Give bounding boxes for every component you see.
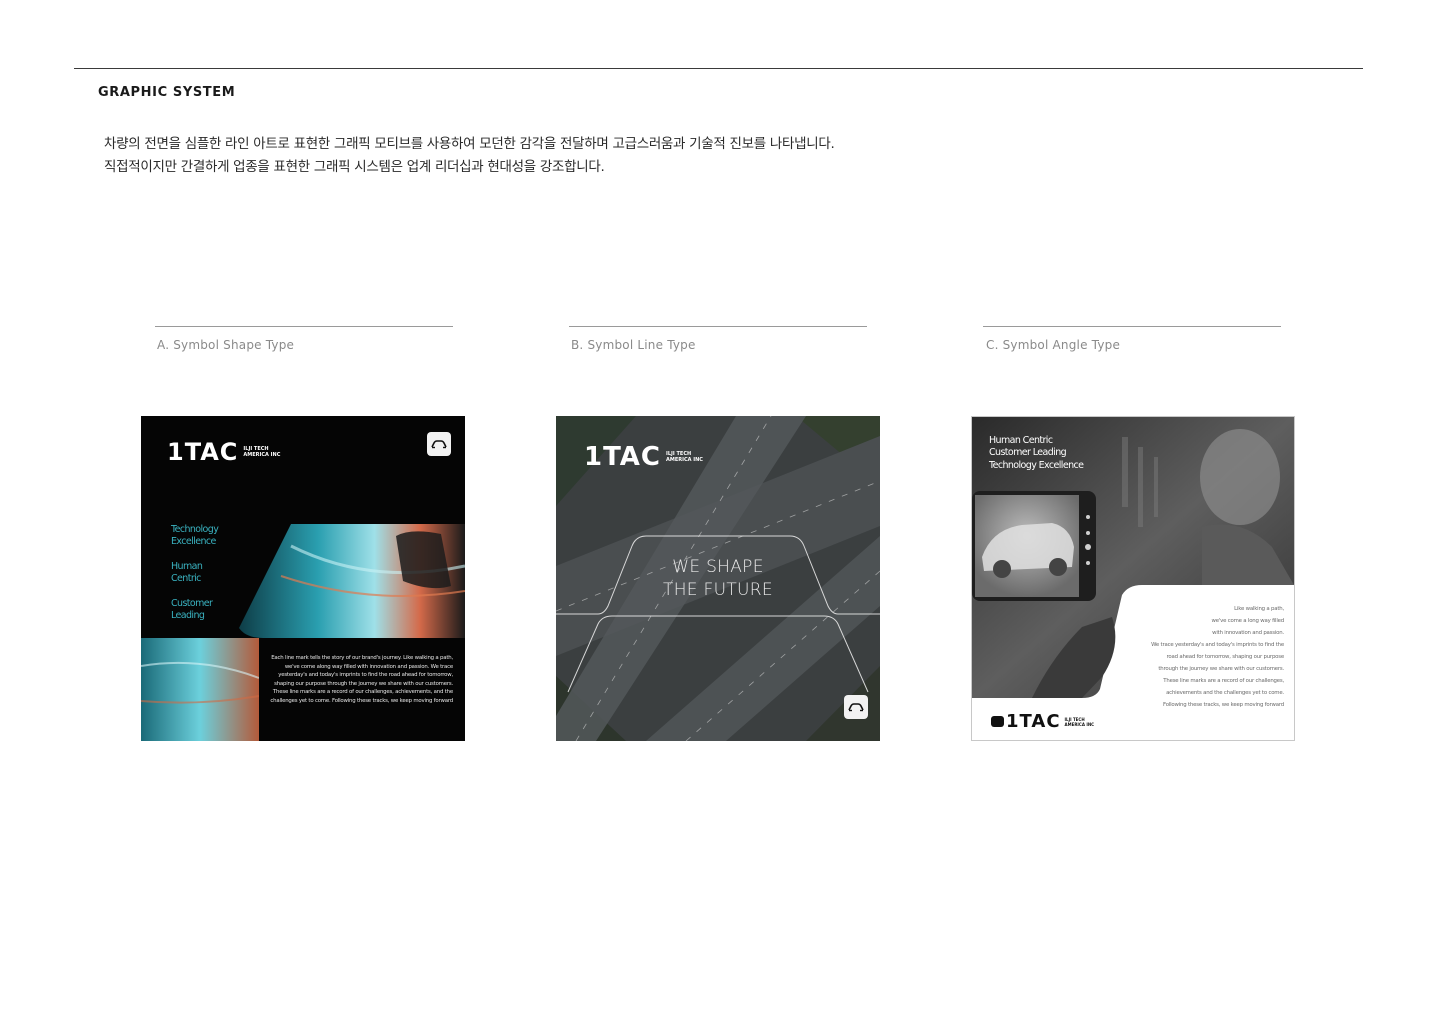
keyword-line: Centric xyxy=(171,573,201,584)
column-label-b: B. Symbol Line Type xyxy=(571,338,696,352)
logo-wordmark: 1TAC xyxy=(584,442,662,472)
logo-wordmark: 1TAC xyxy=(1006,711,1061,732)
brand-logo: 1TAC ILJI TECH AMERICA INC xyxy=(584,442,703,472)
logo-subtitle-line: AMERICA INC xyxy=(1064,721,1095,727)
section-description: 차량의 전면을 심플한 라인 아트로 표현한 그래픽 모티브를 사용하여 모던한… xyxy=(104,133,835,179)
brand-logo: 1TAC ILJI TECH AMERICA INC xyxy=(991,711,1094,732)
story-line: we've come a long way filled xyxy=(1211,618,1285,624)
brand-logo: 1TAC ILJI TECH AMERICA INC xyxy=(167,438,280,466)
keyword-list: Human Centric Customer Leading Technolog… xyxy=(989,435,1084,472)
logo-subtitle-line: AMERICA INC xyxy=(666,457,703,463)
brand-story-text: Like walking a path, we've come a long w… xyxy=(1134,603,1284,711)
keyword-line: Leading xyxy=(171,610,205,621)
story-line: We trace yesterday's and today's imprint… xyxy=(1151,642,1284,648)
column-divider-a xyxy=(155,326,453,327)
logo-subtitle: ILJI TECH AMERICA INC xyxy=(666,451,703,463)
car-front-badge-icon xyxy=(844,695,868,719)
story-line: Like walking a path, xyxy=(1234,606,1284,612)
keyword-line: Customer Leading xyxy=(989,447,1067,459)
column-label-a: A. Symbol Shape Type xyxy=(157,338,295,352)
keyword-customer: Customer Leading xyxy=(171,598,213,622)
logo-subtitle: ILJI TECH AMERICA INC xyxy=(243,446,280,458)
story-line: with innovation and passion. xyxy=(1212,630,1284,636)
page-title: GRAPHIC SYSTEM xyxy=(98,85,236,100)
keyword-line: Excellence xyxy=(171,536,216,547)
top-divider xyxy=(74,68,1363,69)
slogan-line: THE FUTURE xyxy=(663,580,773,600)
keyword-line: Customer xyxy=(171,598,213,609)
column-divider-b xyxy=(569,326,867,327)
column-label-c: C. Symbol Angle Type xyxy=(986,338,1121,352)
logo-subtitle-line: AMERICA INC xyxy=(243,452,281,458)
slogan: WE SHAPE THE FUTURE xyxy=(556,556,880,602)
brand-story-text: Each line mark tells the story of our br… xyxy=(270,655,453,704)
car-front-badge-icon xyxy=(427,432,451,456)
keyword-line: Technology xyxy=(171,524,219,535)
description-line: 직접적이지만 간결하게 업종을 표현한 그래픽 시스템은 업계 리더십과 현대성… xyxy=(104,159,605,175)
column-divider-c xyxy=(983,326,1281,327)
slogan-line: WE SHAPE xyxy=(672,557,764,577)
story-line: These line marks are a record of our cha… xyxy=(1163,678,1284,684)
logo-subtitle: ILJI TECH AMERICA INC xyxy=(1065,717,1095,727)
keyword-line: Technology Excellence xyxy=(989,459,1084,471)
keyword-technology: Technology Excellence xyxy=(171,524,219,548)
symbol-line-card: 1TAC ILJI TECH AMERICA INC WE SHAPE THE … xyxy=(556,416,880,741)
story-line: achievements and the challenges yet to c… xyxy=(1166,690,1284,696)
description-line: 차량의 전면을 심플한 라인 아트로 표현한 그래픽 모티브를 사용하여 모던한… xyxy=(104,136,835,152)
logo-wordmark: 1TAC xyxy=(167,438,239,466)
story-line: through the journey we share with our cu… xyxy=(1158,666,1284,672)
story-line: road ahead for tomorrow, shaping our pur… xyxy=(1166,654,1285,660)
story-line: Following these tracks, we keep moving f… xyxy=(1163,702,1284,708)
car-front-badge-icon xyxy=(991,716,1004,727)
symbol-angle-card: Human Centric Customer Leading Technolog… xyxy=(971,416,1295,741)
keyword-line: Human Centric xyxy=(989,435,1053,446)
symbol-shape-card: 1TAC ILJI TECH AMERICA INC Technology Ex… xyxy=(141,416,465,741)
keyword-line: Human xyxy=(171,561,203,572)
keyword-human: Human Centric xyxy=(171,561,203,585)
